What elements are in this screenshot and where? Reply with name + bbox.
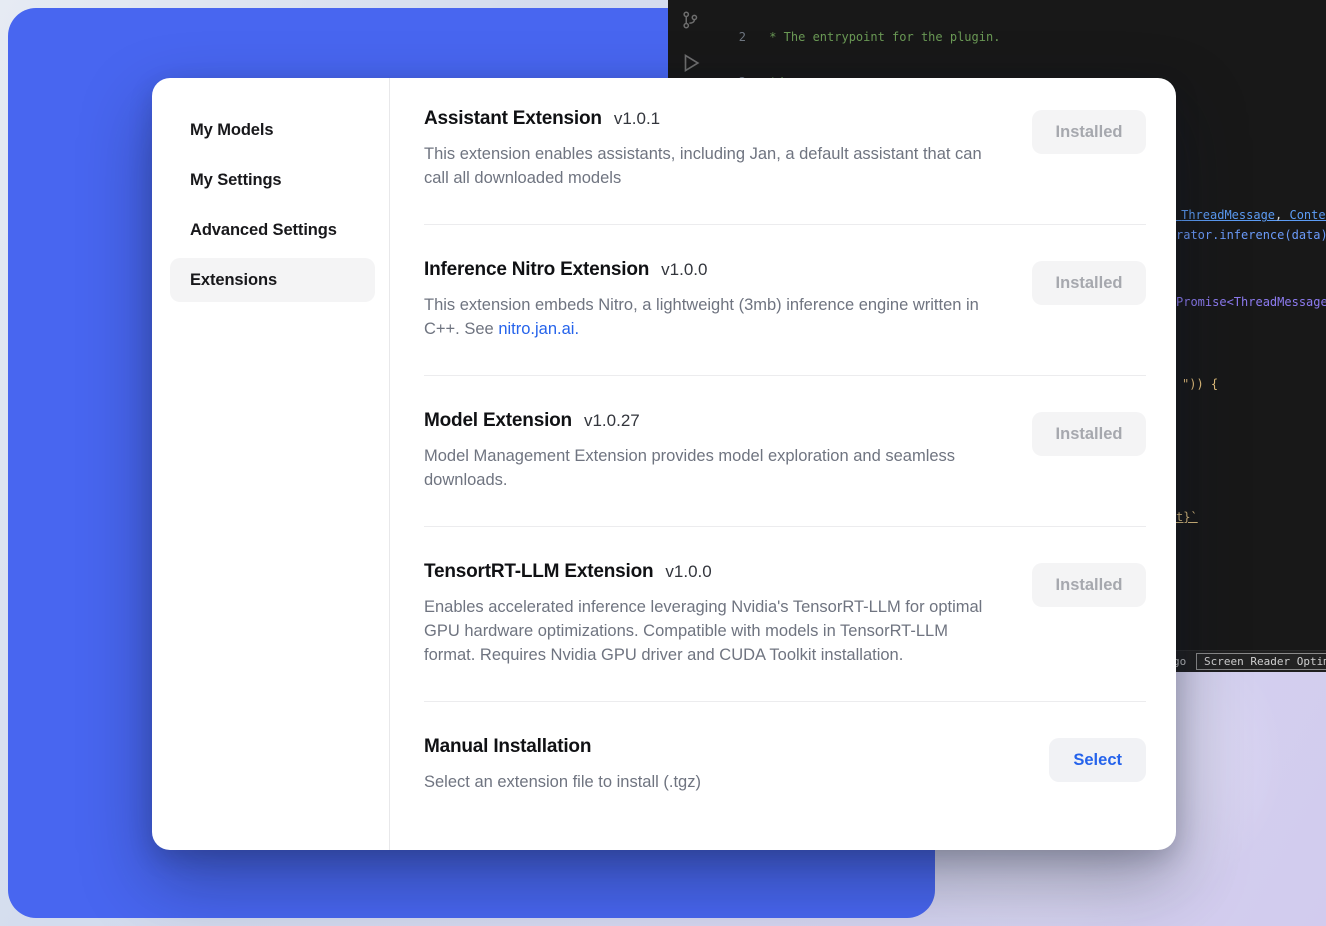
code-line: 2 * The entrypoint for the plugin.: [720, 29, 1326, 46]
extension-version: v1.0.0: [665, 562, 711, 582]
extension-version: v1.0.1: [614, 109, 660, 129]
extension-version: v1.0.27: [584, 411, 640, 431]
settings-sidebar: My Models My Settings Advanced Settings …: [152, 78, 390, 850]
import-name: ThreadMessage: [1181, 208, 1289, 222]
sidebar-item-label: My Models: [190, 121, 273, 140]
extension-version: v1.0.0: [661, 260, 707, 280]
extension-row-nitro: Inference Nitro Extension v1.0.0 This ex…: [424, 225, 1146, 375]
extension-row-model: Model Extension v1.0.27 Model Management…: [424, 376, 1146, 526]
sidebar-item-my-models[interactable]: My Models: [170, 108, 375, 152]
extensions-panel: Assistant Extension v1.0.1 This extensio…: [390, 78, 1176, 850]
import-name: ContentType: [1289, 208, 1326, 222]
installed-button[interactable]: Installed: [1032, 412, 1146, 456]
manual-installation-description: Select an extension file to install (.tg…: [424, 770, 701, 794]
sidebar-item-extensions[interactable]: Extensions: [170, 258, 375, 302]
screen-reader-badge[interactable]: Screen Reader Optimize: [1196, 653, 1326, 670]
sidebar-item-label: My Settings: [190, 171, 282, 190]
extension-title: TensortRT-LLM Extension: [424, 561, 653, 583]
extension-title: Inference Nitro Extension: [424, 259, 649, 281]
extension-row-assistant: Assistant Extension v1.0.1 This extensio…: [424, 108, 1146, 224]
extension-title: Assistant Extension: [424, 108, 602, 130]
sidebar-item-advanced-settings[interactable]: Advanced Settings: [170, 208, 375, 252]
select-button[interactable]: Select: [1049, 738, 1146, 782]
extension-description: Model Management Extension provides mode…: [424, 444, 1002, 492]
run-debug-icon[interactable]: [680, 52, 702, 77]
installed-button[interactable]: Installed: [1032, 110, 1146, 154]
extension-row-tensorrt: TensortRT-LLM Extension v1.0.0 Enables a…: [424, 527, 1146, 701]
settings-modal: My Models My Settings Advanced Settings …: [152, 78, 1176, 850]
code-fragment: t}`: [1176, 510, 1198, 524]
code-fragment: Promise<ThreadMessage>: [1176, 295, 1326, 309]
extension-title: Model Extension: [424, 410, 572, 432]
code-fragment: ")) {: [1182, 377, 1218, 391]
extension-description: This extension enables assistants, inclu…: [424, 142, 1002, 190]
sidebar-item-label: Extensions: [190, 271, 277, 290]
extension-description: This extension embeds Nitro, a lightweig…: [424, 293, 1002, 341]
installed-button[interactable]: Installed: [1032, 261, 1146, 305]
installed-button[interactable]: Installed: [1032, 563, 1146, 607]
source-control-icon[interactable]: [680, 10, 700, 33]
extension-description: Enables accelerated inference leveraging…: [424, 595, 1002, 667]
sidebar-item-label: Advanced Settings: [190, 221, 337, 240]
desktop-stage: 2 * The entrypoint for the plugin. 3 */ …: [0, 0, 1326, 926]
nitro-jan-ai-link[interactable]: nitro.jan.ai.: [498, 320, 579, 338]
code-fragment: rator.inference(data));: [1176, 228, 1326, 242]
sidebar-item-my-settings[interactable]: My Settings: [170, 158, 375, 202]
code-comment: * The entrypoint for the plugin.: [762, 30, 1000, 44]
manual-installation-title: Manual Installation: [424, 736, 591, 758]
manual-installation-row: Manual Installation Select an extension …: [424, 702, 1146, 828]
line-number: 2: [720, 30, 746, 44]
